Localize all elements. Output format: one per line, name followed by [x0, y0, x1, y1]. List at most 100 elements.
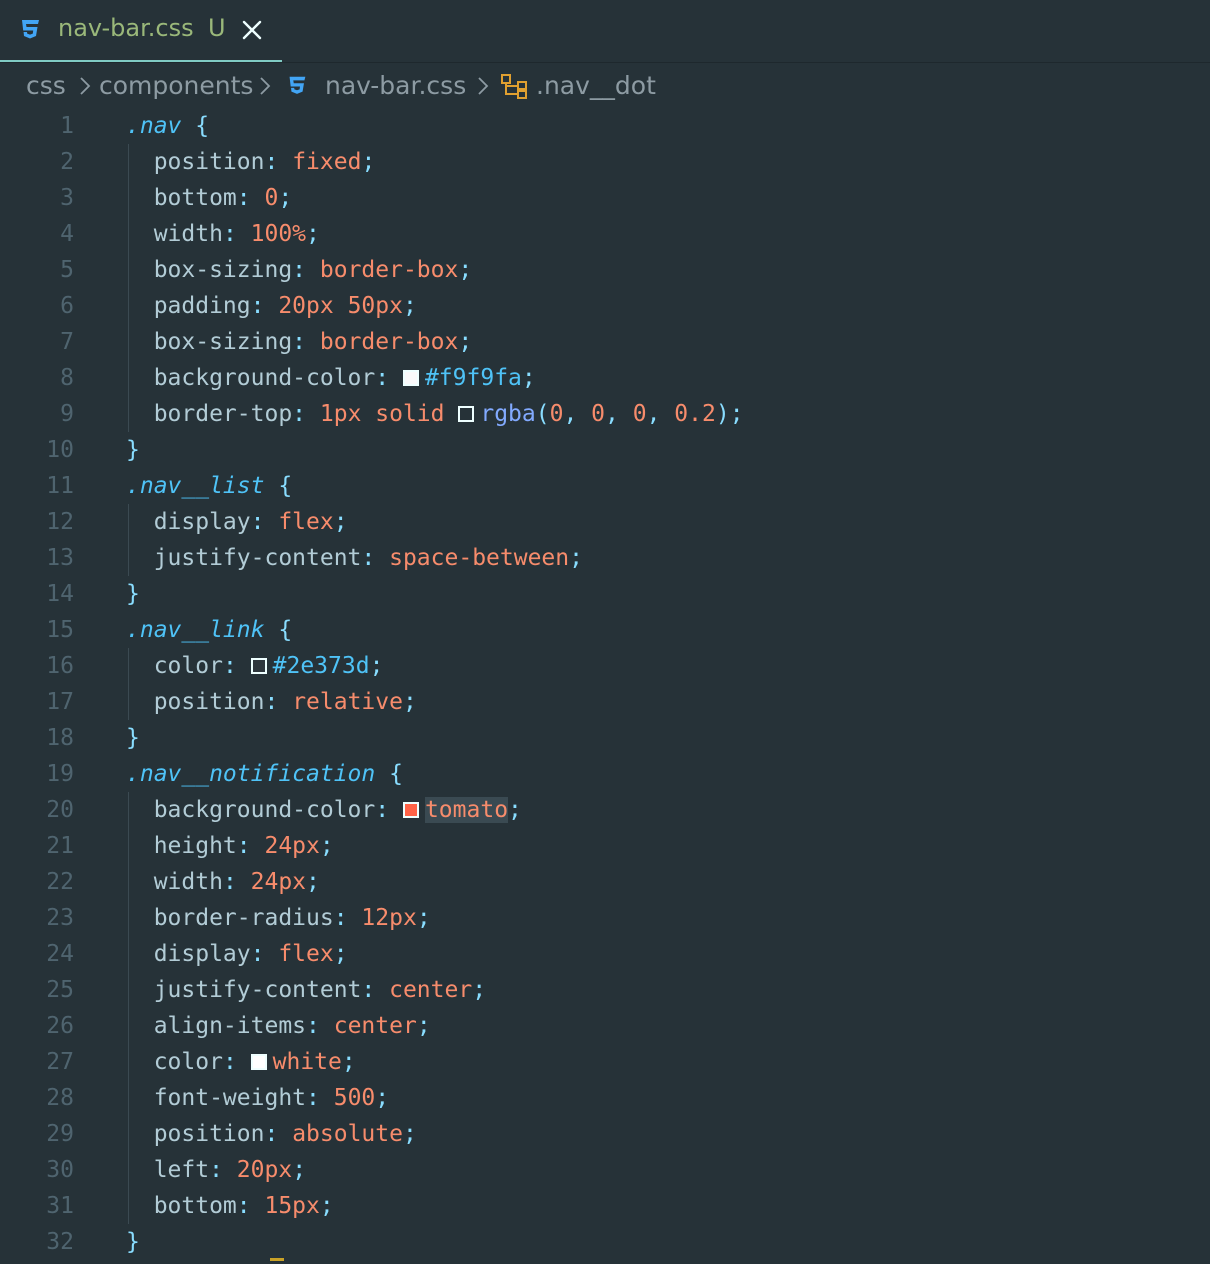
code-line[interactable]: 8 background-color: #f9f9fa; — [0, 360, 1210, 396]
code-text: position: relative; — [126, 684, 417, 720]
code-line[interactable]: 4 width: 100%; — [0, 216, 1210, 252]
code-line[interactable]: 29 position: absolute; — [0, 1116, 1210, 1152]
code-token: ; — [458, 257, 473, 283]
code-token: : — [222, 653, 251, 679]
code-line[interactable]: 23 border-radius: 12px; — [0, 900, 1210, 936]
code-token: ; — [361, 149, 376, 175]
code-line[interactable]: 19 .nav__notification { — [0, 756, 1210, 792]
code-line[interactable]: 3 bottom: 0; — [0, 180, 1210, 216]
code-token: ; — [508, 797, 522, 823]
code-line[interactable]: 30 left: 20px; — [0, 1152, 1210, 1188]
line-number: 27 — [46, 1049, 74, 1075]
line-number: 21 — [46, 833, 74, 859]
code-line[interactable]: 5 box-sizing: border-box; — [0, 252, 1210, 288]
color-swatch[interactable] — [458, 406, 475, 422]
color-swatch[interactable] — [250, 1054, 267, 1070]
code-token: rgba — [480, 401, 536, 427]
code-token: border-top — [126, 401, 293, 427]
line-number: 2 — [60, 149, 74, 175]
code-token: : — [361, 977, 390, 1003]
code-token: 24px — [250, 869, 307, 895]
line-number: 19 — [46, 761, 74, 787]
code-token: .nav — [126, 113, 182, 139]
code-line[interactable]: 9 border-top: 1px solid rgba(0, 0, 0, 0.… — [0, 396, 1210, 432]
breadcrumb-item-symbol[interactable]: .nav__dot — [536, 71, 656, 100]
code-line[interactable]: 24 display: flex; — [0, 936, 1210, 972]
code-token: ; — [375, 1085, 390, 1111]
code-line[interactable]: 2 position: fixed; — [0, 144, 1210, 180]
breadcrumb-item-css[interactable]: css — [26, 71, 66, 100]
code-line[interactable]: 16 color: #2e373d; — [0, 648, 1210, 684]
color-swatch[interactable] — [402, 802, 419, 818]
code-line[interactable]: 14} — [0, 576, 1210, 612]
line-number: 20 — [46, 797, 74, 823]
code-token: #2e373d — [272, 653, 370, 679]
code-token: relative — [292, 689, 403, 715]
code-text: width: 24px; — [126, 864, 320, 900]
code-line[interactable]: 17 position: relative; — [0, 684, 1210, 720]
code-token: justify-content — [126, 977, 362, 1003]
line-number: 14 — [46, 581, 74, 607]
code-line[interactable]: 20 background-color: tomato; — [0, 792, 1210, 828]
editor-tab-nav-bar-css[interactable]: nav-bar.css U — [0, 0, 282, 62]
code-token: width — [126, 869, 223, 895]
code-line[interactable]: 31 bottom: 15px; — [0, 1188, 1210, 1224]
tab-git-status: U — [208, 14, 226, 42]
code-token: border-box — [319, 257, 459, 283]
color-swatch[interactable] — [250, 658, 267, 674]
code-line[interactable]: 26 align-items: center; — [0, 1008, 1210, 1044]
code-token: ); — [715, 401, 744, 427]
code-token: display — [126, 509, 251, 535]
line-number: 1 — [60, 113, 74, 139]
code-line[interactable]: 32} — [0, 1224, 1210, 1260]
code-token: ; — [369, 653, 384, 679]
code-token: ; — [402, 1121, 417, 1147]
code-text: color: #2e373d; — [126, 648, 384, 684]
indent-guide — [128, 144, 129, 432]
breadcrumb-item-components[interactable]: components — [99, 71, 253, 100]
line-number: 30 — [46, 1157, 74, 1183]
code-token: border-radius — [126, 905, 334, 931]
line-number: 17 — [46, 689, 74, 715]
code-token: 0 — [591, 401, 606, 427]
code-token: : — [264, 1121, 293, 1147]
color-swatch[interactable] — [402, 370, 419, 386]
code-line[interactable]: 21 height: 24px; — [0, 828, 1210, 864]
code-line[interactable]: 15 .nav__link { — [0, 612, 1210, 648]
code-line[interactable]: 18} — [0, 720, 1210, 756]
line-number: 4 — [60, 221, 74, 247]
code-token: ; — [319, 1193, 334, 1219]
code-line[interactable]: 1 .nav { — [0, 108, 1210, 144]
chevron-right-icon — [80, 77, 91, 95]
code-line[interactable]: 7 box-sizing: border-box; — [0, 324, 1210, 360]
code-token: ; — [306, 221, 320, 247]
code-line[interactable]: 10} — [0, 432, 1210, 468]
code-text: padding: 20px 50px; — [126, 288, 417, 324]
code-line[interactable]: 22 width: 24px; — [0, 864, 1210, 900]
code-token: ; — [416, 905, 431, 931]
code-line[interactable]: 12 display: flex; — [0, 504, 1210, 540]
code-token: 0 — [632, 401, 647, 427]
code-token: : — [292, 401, 320, 427]
close-icon[interactable] — [238, 14, 266, 46]
code-line[interactable]: 11 .nav__list { — [0, 468, 1210, 504]
code-token: 0.2 — [674, 401, 716, 427]
code-token: { — [278, 473, 293, 499]
code-text: bottom: 15px; — [126, 1188, 334, 1224]
code-line[interactable]: 27 color: white; — [0, 1044, 1210, 1080]
css3-icon — [289, 76, 306, 94]
code-token: ; — [402, 293, 417, 319]
code-token: position — [126, 149, 265, 175]
code-line[interactable]: 13 justify-content: space-between; — [0, 540, 1210, 576]
code-token: center — [389, 977, 473, 1003]
code-token: .nav__notification — [126, 761, 376, 787]
chevron-right-icon — [478, 77, 489, 95]
code-token: : — [292, 257, 320, 283]
code-token: white — [272, 1049, 342, 1075]
breadcrumb-item-file[interactable]: nav-bar.css — [325, 71, 466, 100]
code-line[interactable]: 6 padding: 20px 50px; — [0, 288, 1210, 324]
code-line[interactable]: 28 font-weight: 500; — [0, 1080, 1210, 1116]
code-line[interactable]: 25 justify-content: center; — [0, 972, 1210, 1008]
